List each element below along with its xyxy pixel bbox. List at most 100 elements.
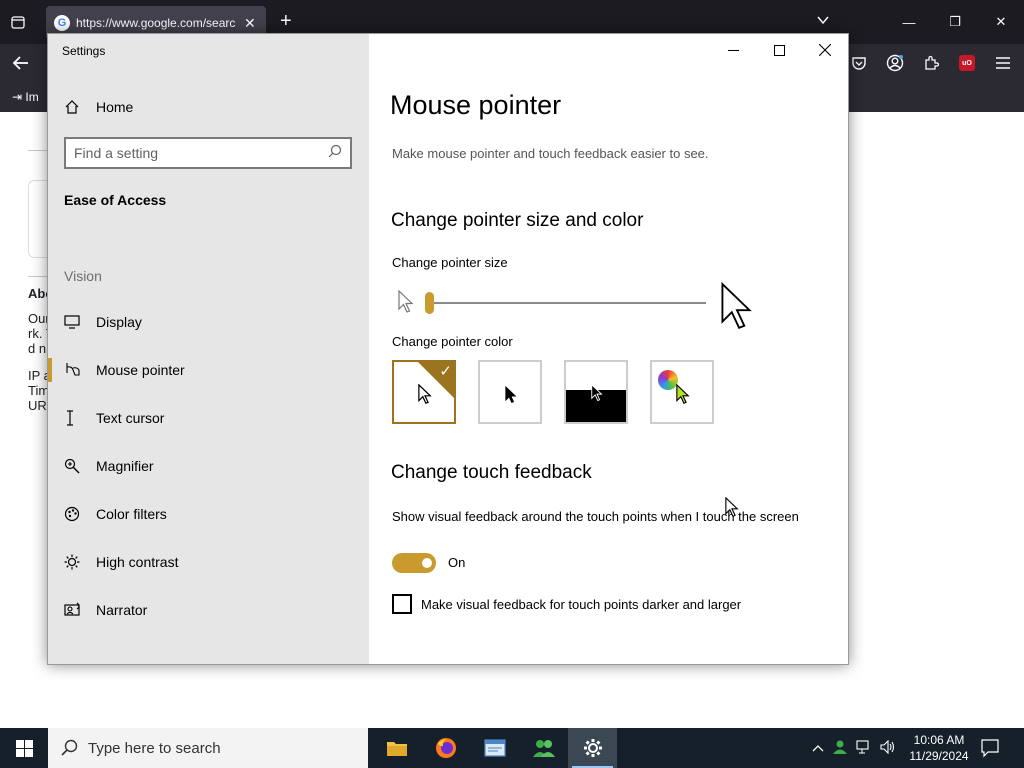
notepad-icon[interactable] [470, 728, 519, 768]
settings-window: Settings Home Ease of Access Vision Disp… [47, 33, 849, 665]
pointer-color-white[interactable]: ✓ [392, 360, 456, 424]
sidebar-item-mouse-pointer[interactable]: Mouse pointer [48, 350, 369, 390]
pointer-color-custom[interactable] [650, 360, 714, 424]
sidebar-item-text-cursor[interactable]: Text cursor [48, 398, 369, 438]
ublock-origin-icon[interactable]: uO [956, 52, 978, 74]
close-tab-icon[interactable]: ✕ [244, 15, 256, 32]
maximize-icon[interactable] [756, 34, 802, 66]
sidebar-item-label: Magnifier [96, 458, 154, 474]
custom-cursor-icon [676, 384, 690, 404]
large-cursor-icon [721, 282, 752, 330]
notification-icon[interactable] [980, 738, 1000, 763]
pocket-icon[interactable] [848, 52, 870, 74]
group-header-vision: Vision [64, 268, 102, 284]
slider-thumb[interactable] [425, 292, 434, 314]
page-title: Mouse pointer [390, 90, 562, 120]
pointer-color-black[interactable] [478, 360, 542, 424]
clock-time: 10:06 AM [913, 733, 965, 747]
windows-start-icon[interactable] [0, 728, 48, 768]
mouse-cursor-icon [725, 497, 739, 517]
page-divider [28, 276, 48, 277]
window-title: Settings [62, 44, 106, 58]
people-tray-icon[interactable] [832, 739, 848, 758]
sidebar-item-display[interactable]: Display [48, 302, 369, 342]
sidebar-item-label: Text cursor [96, 410, 165, 426]
sidebar-item-label: Color filters [96, 506, 167, 522]
people-app-icon[interactable] [519, 728, 568, 768]
touch-feedback-toggle[interactable] [392, 553, 436, 573]
minimize-icon[interactable] [710, 34, 756, 66]
sidebar-item-high-contrast[interactable]: High contrast [48, 542, 369, 582]
taskbar-search-box[interactable]: Type here to search [48, 728, 368, 768]
chevron-down-icon[interactable] [816, 13, 830, 32]
close-icon[interactable] [802, 34, 848, 66]
browser-tab-title: https://www.google.com/search [76, 16, 236, 30]
text-cursor-icon [64, 410, 96, 426]
extensions-icon[interactable] [920, 52, 942, 74]
taskbar-search-placeholder: Type here to search [88, 739, 221, 757]
pointer-color-options: ✓ [392, 360, 714, 424]
checkbox-label: Make visual feedback for touch points da… [421, 596, 742, 612]
toggle-state-label: On [448, 555, 466, 570]
darker-feedback-option[interactable]: Make visual feedback for touch points da… [392, 594, 741, 614]
import-icon: ⇥ [12, 90, 23, 104]
browser-minimize-icon[interactable]: — [886, 0, 932, 44]
inverted-cursor-icon [591, 384, 603, 402]
chevron-up-icon[interactable] [812, 741, 824, 755]
black-cursor-icon [505, 386, 517, 403]
nav-home-label: Home [96, 99, 134, 115]
pointer-size-slider[interactable] [392, 282, 762, 332]
color-wheel-icon [658, 370, 678, 390]
browser-toolbar-icons: uO [848, 52, 1014, 74]
section-title: Ease of Access [64, 192, 167, 208]
sidebar-item-label: Narrator [96, 602, 148, 618]
back-arrow-icon[interactable] [12, 54, 30, 77]
darker-feedback-checkbox[interactable] [392, 594, 412, 614]
pointer-size-label: Change pointer size [392, 255, 508, 270]
page-divider [28, 150, 48, 151]
narrator-icon [64, 602, 96, 618]
home-icon [64, 99, 96, 115]
find-setting-input[interactable] [74, 145, 328, 161]
google-favicon-icon: G [54, 15, 70, 31]
sidebar-item-magnifier[interactable]: Magnifier [48, 446, 369, 486]
mouse-pointer-icon [64, 361, 96, 379]
taskbar-clock[interactable]: 10:06 AM 11/29/2024 [904, 732, 974, 764]
browser-restore-icon[interactable]: ❐ [932, 0, 978, 44]
checkmark-icon: ✓ [439, 363, 452, 380]
search-icon [61, 739, 78, 756]
tab-list-icon[interactable] [8, 12, 28, 32]
hamburger-menu-icon[interactable] [992, 52, 1014, 74]
sidebar-item-narrator[interactable]: Narrator [48, 590, 369, 630]
pointer-color-label: Change pointer color [392, 334, 513, 349]
settings-content: Mouse pointer Make mouse pointer and tou… [369, 34, 848, 664]
sidebar-item-label: Display [96, 314, 142, 330]
slider-track[interactable] [428, 302, 706, 304]
sidebar-item-label: Mouse pointer [96, 362, 185, 378]
page-description: Make mouse pointer and touch feedback ea… [392, 146, 709, 161]
find-setting-search[interactable] [64, 137, 352, 169]
pointer-color-inverted[interactable] [564, 360, 628, 424]
display-icon [64, 315, 96, 329]
browser-close-icon[interactable]: ✕ [978, 0, 1024, 44]
nav-home[interactable]: Home [64, 94, 354, 120]
import-bookmarks-label: Im [25, 90, 39, 104]
search-icon[interactable] [328, 144, 342, 163]
sidebar-item-label: High contrast [96, 554, 179, 570]
sidebar-item-color-filters[interactable]: Color filters [48, 494, 369, 534]
color-filters-icon [64, 506, 96, 522]
account-icon[interactable] [884, 52, 906, 74]
clock-date: 11/29/2024 [909, 749, 969, 763]
settings-gear-icon[interactable] [568, 728, 617, 768]
volume-icon[interactable] [880, 739, 896, 757]
small-cursor-icon [398, 290, 414, 313]
import-bookmarks-link[interactable]: ⇥ Im [12, 90, 39, 104]
magnifier-icon [64, 458, 96, 474]
size-color-heading: Change pointer size and color [391, 210, 644, 231]
firefox-icon[interactable] [421, 728, 470, 768]
touch-feedback-heading: Change touch feedback [391, 462, 592, 483]
file-explorer-icon[interactable] [372, 728, 421, 768]
network-icon[interactable] [856, 739, 872, 757]
new-tab-icon[interactable]: + [280, 11, 292, 31]
taskbar: Type here to search 10:06 AM 11/29/2024 [0, 728, 1024, 768]
